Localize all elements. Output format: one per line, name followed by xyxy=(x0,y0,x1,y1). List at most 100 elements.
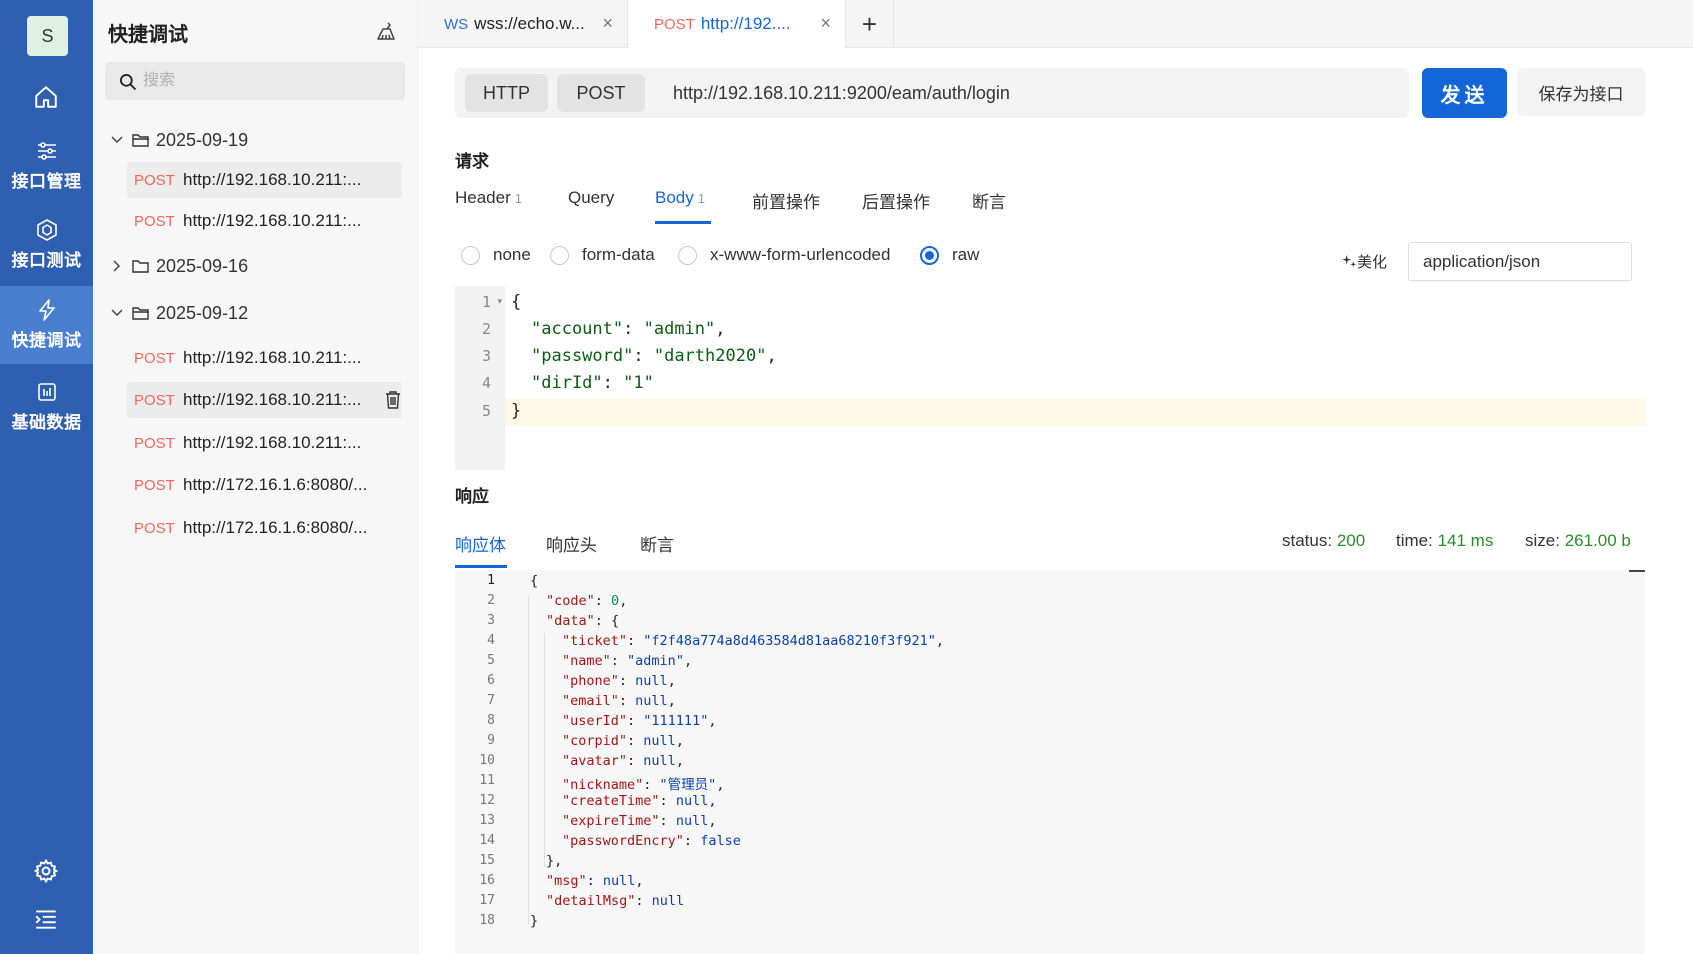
tab-pre-operations[interactable]: 前置操作 xyxy=(752,188,820,213)
folder-2025-09-19[interactable]: 2025-09-19 xyxy=(110,127,248,153)
line-number: 8 xyxy=(487,713,495,728)
tab-assertions[interactable]: 断言 xyxy=(972,188,1006,213)
folder-2025-09-16[interactable]: 2025-09-16 xyxy=(110,253,248,279)
rail-item-label: 接口管理 xyxy=(11,172,82,191)
gear-icon[interactable] xyxy=(33,858,59,884)
rail-item-label: 接口测试 xyxy=(11,251,82,270)
beautify-button[interactable]: 美化 xyxy=(1342,251,1387,272)
status-value: 200 xyxy=(1336,531,1366,550)
tab-post-operations[interactable]: 后置操作 xyxy=(862,188,930,213)
tab-body[interactable]: Body 1 xyxy=(655,188,705,208)
radio-label: x-www-form-urlencoded xyxy=(710,245,891,264)
line-number: 3 xyxy=(481,347,491,365)
tab-bar: WS wss://echo.w... × POST http://192....… xyxy=(418,0,1693,48)
avatar[interactable]: S xyxy=(27,16,68,56)
folder-label: 2025-09-16 xyxy=(156,255,249,276)
rail-item-label: 基础数据 xyxy=(11,413,82,432)
protocol-select[interactable]: HTTP xyxy=(465,74,548,112)
time-value: 141 ms xyxy=(1437,531,1494,550)
method-badge: POST xyxy=(134,391,175,409)
content-type-input[interactable] xyxy=(1408,242,1632,281)
home-icon[interactable] xyxy=(33,84,59,110)
close-icon[interactable]: × xyxy=(820,13,831,34)
line-number: 12 xyxy=(479,793,495,808)
method-badge: POST xyxy=(134,434,175,452)
response-viewer[interactable]: 1 2 3 4 5 6 7 8 9 10 11 12 13 14 15 16 17 18 {"code": 0, "… xyxy=(455,570,1645,954)
tab-response-assertions[interactable]: 断言 xyxy=(640,531,674,556)
request-item[interactable]: POST http://192.168.10.211:... xyxy=(127,425,402,461)
active-line-highlight xyxy=(505,399,1645,426)
tab-title: http://192.... xyxy=(700,14,791,33)
request-item[interactable]: POST http://172.16.1.6:8080/... xyxy=(127,510,402,546)
app-window: S 接口管理 接口测试 快捷调试 基础数据 快捷调试 搜索 2025-09-19… xyxy=(0,0,1693,954)
line-number: 4 xyxy=(481,374,491,392)
search-box xyxy=(105,62,405,100)
trash-icon[interactable] xyxy=(384,390,402,410)
method-select[interactable]: POST xyxy=(557,74,645,112)
rail-item-api-management[interactable]: 接口管理 xyxy=(0,127,93,205)
request-url: http://192.168.10.211:... xyxy=(183,211,362,230)
url-input[interactable] xyxy=(673,76,1373,110)
rail-item-label: 快捷调试 xyxy=(11,331,82,350)
tab-header[interactable]: Header 1 xyxy=(455,188,522,208)
add-tab-button[interactable]: + xyxy=(846,0,894,48)
tab-post-login[interactable]: POST http://192.... × xyxy=(628,0,846,48)
code-line: { xyxy=(511,292,522,312)
radio-x-www-form-urlencoded[interactable]: x-www-form-urlencoded xyxy=(678,245,890,265)
code-line: "account": "admin", xyxy=(531,319,726,339)
menu-collapse-icon[interactable] xyxy=(33,906,59,932)
json-key: "password" xyxy=(531,346,634,366)
tab-query[interactable]: Query xyxy=(568,188,614,208)
folder-2025-09-12[interactable]: 2025-09-12 xyxy=(110,300,248,326)
rail-item-base-data[interactable]: 基础数据 xyxy=(0,368,93,446)
response-line: "ticket": "f2f48a774a8d463584d81aa68210f… xyxy=(562,633,945,649)
close-icon[interactable]: × xyxy=(602,13,613,34)
sliders-icon xyxy=(37,142,56,160)
line-number: 4 xyxy=(487,633,495,648)
line-number: 14 xyxy=(479,833,495,848)
search-input[interactable] xyxy=(143,68,393,94)
request-item[interactable]: POST http://172.16.1.6:8080/... xyxy=(127,467,402,503)
radio-raw[interactable]: raw xyxy=(920,245,979,265)
request-body-editor[interactable]: 1 ▾ 2 3 4 5 { "account": "admin", "passw… xyxy=(455,286,1645,470)
rail-item-api-test[interactable]: 接口测试 xyxy=(0,206,93,284)
rail-item-quick-debug[interactable]: 快捷调试 xyxy=(0,286,93,364)
time-label: time: xyxy=(1396,531,1433,550)
folder-open-icon xyxy=(132,134,149,147)
tab-response-headers[interactable]: 响应头 xyxy=(546,531,597,556)
tab-label: 断言 xyxy=(972,193,1006,212)
line-number: 1 xyxy=(487,573,495,588)
request-section-title: 请求 xyxy=(455,152,489,171)
method-badge: POST xyxy=(134,476,175,494)
left-rail: S 接口管理 接口测试 快捷调试 基础数据 xyxy=(0,0,93,954)
radio-circle xyxy=(920,245,939,265)
tab-prefix: WS xyxy=(444,15,469,33)
broom-icon[interactable] xyxy=(374,20,398,44)
request-url: http://172.16.1.6:8080/... xyxy=(183,518,368,537)
time-readout: time: 141 ms xyxy=(1396,531,1493,551)
size-readout: size: 261.00 b xyxy=(1525,531,1631,551)
response-line: }, xyxy=(546,853,563,869)
request-item[interactable]: POST http://192.168.10.211:... xyxy=(127,382,402,418)
fold-arrow-icon[interactable]: ▾ xyxy=(497,296,502,307)
chevron-down-icon xyxy=(111,309,123,317)
radio-label: raw xyxy=(952,245,980,264)
line-number: 2 xyxy=(487,593,495,608)
folder-open-icon xyxy=(132,307,149,320)
tab-response-body[interactable]: 响应体 xyxy=(455,531,506,556)
send-button[interactable]: 发送 xyxy=(1422,68,1507,118)
request-item[interactable]: POST http://192.168.10.211:... xyxy=(127,203,402,239)
request-item[interactable]: POST http://192.168.10.211:... xyxy=(127,162,402,198)
tab-label: Body xyxy=(655,188,694,207)
save-as-api-button[interactable]: 保存为接口 xyxy=(1517,68,1645,116)
quick-debug-panel: 快捷调试 2025-09-19 POST http://192.168.10.2… xyxy=(93,0,418,954)
request-item[interactable]: POST http://192.168.10.211:... xyxy=(127,340,402,376)
tab-websocket[interactable]: WS wss://echo.w... × xyxy=(418,0,628,48)
radio-form-data[interactable]: form-data xyxy=(550,245,655,265)
response-line: "userId": "111111", xyxy=(562,713,717,729)
line-number: 15 xyxy=(479,853,495,868)
request-url: http://192.168.10.211:... xyxy=(183,348,362,367)
request-url: http://192.168.10.211:... xyxy=(183,433,362,452)
line-number: 2 xyxy=(481,320,491,338)
radio-none[interactable]: none xyxy=(461,245,531,265)
